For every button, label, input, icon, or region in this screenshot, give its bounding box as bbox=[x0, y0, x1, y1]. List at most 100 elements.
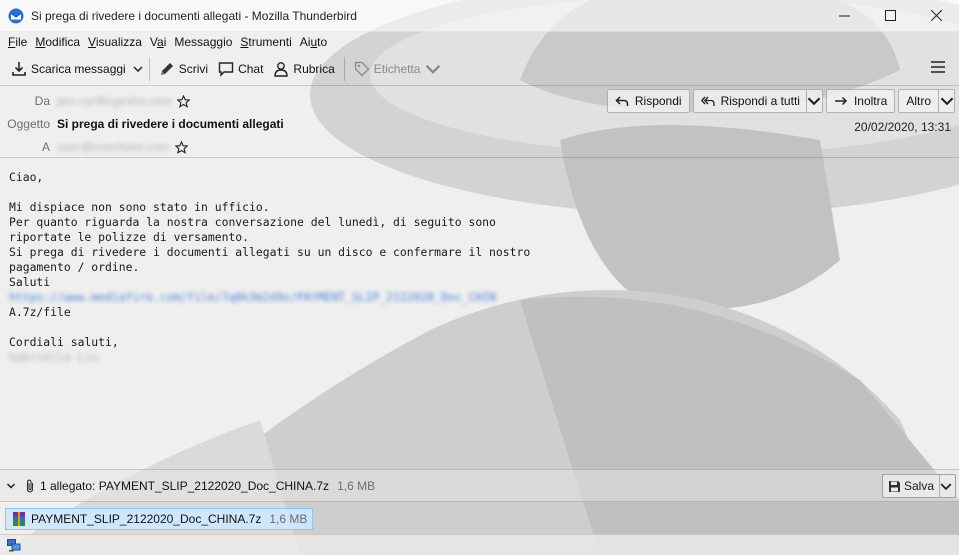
menu-modifica[interactable]: Modifica bbox=[31, 35, 84, 49]
chevron-down-icon[interactable] bbox=[6, 481, 16, 491]
subject-row: Oggetto Si prega di rivedere i documenti… bbox=[0, 117, 283, 131]
forward-icon bbox=[834, 96, 848, 106]
minimize-button[interactable] bbox=[821, 0, 867, 32]
chat-icon bbox=[218, 61, 234, 77]
menu-vai-label: i bbox=[163, 34, 167, 49]
title-bar[interactable]: Si prega di rivedere i documenti allegat… bbox=[0, 0, 959, 32]
attachment-summary-size: 1,6 MB bbox=[337, 478, 376, 493]
app-menu-icon[interactable] bbox=[931, 61, 945, 73]
reply-all-button[interactable]: Rispondi a tutti bbox=[692, 89, 823, 113]
close-button[interactable] bbox=[913, 0, 959, 32]
chevron-down-icon bbox=[940, 97, 953, 106]
reply-label: Rispondi bbox=[634, 94, 682, 108]
to-address[interactable]: user@exechoke.com bbox=[57, 140, 170, 154]
get-messages-label: Scarica messaggi bbox=[31, 61, 126, 76]
reply-button[interactable]: Rispondi bbox=[606, 89, 690, 113]
attachment-summary[interactable]: 1 allegato: PAYMENT_SLIP_2122020_Doc_CHI… bbox=[40, 479, 329, 493]
message-line bbox=[9, 320, 959, 335]
address-book-button[interactable]: Rubrica bbox=[268, 56, 339, 82]
pencil-icon bbox=[160, 62, 173, 75]
download-link[interactable]: https://www.mediafire.com/file/7q8k3m2d9… bbox=[9, 290, 959, 305]
subject-label: Oggetto bbox=[7, 117, 50, 131]
more-dropdown[interactable] bbox=[938, 90, 954, 112]
menu-vai[interactable]: Vai bbox=[146, 35, 170, 49]
menu-modifica-label: odifica bbox=[45, 34, 81, 49]
get-messages-button[interactable]: Scarica messaggi bbox=[6, 56, 131, 82]
maximize-button[interactable] bbox=[867, 0, 913, 32]
save-label: Salva bbox=[903, 479, 934, 493]
menu-aiuto[interactable]: Aiuto bbox=[296, 35, 331, 49]
menu-file[interactable]: File bbox=[4, 35, 31, 49]
chevron-down-icon bbox=[133, 65, 143, 72]
star-icon[interactable] bbox=[174, 140, 188, 154]
close-icon bbox=[930, 10, 942, 21]
forward-button[interactable]: Inoltra bbox=[825, 89, 896, 113]
menu-vai-pre: V bbox=[149, 34, 157, 49]
message-line: A.7z/file bbox=[9, 305, 71, 319]
address-book-label: Rubrica bbox=[293, 61, 335, 76]
message-line: riportate le polizze di versamento. bbox=[9, 230, 250, 244]
minimize-icon bbox=[838, 15, 850, 17]
chat-label: Chat bbox=[238, 61, 264, 76]
star-icon[interactable] bbox=[176, 94, 190, 108]
message-line: pagamento / ordine. bbox=[9, 260, 140, 274]
message-line: Ciao, bbox=[9, 170, 44, 184]
reply-icon bbox=[615, 96, 629, 106]
menu-strumenti-label: trumenti bbox=[248, 34, 292, 49]
more-label: Altro bbox=[906, 94, 931, 108]
chat-button[interactable]: Chat bbox=[213, 56, 268, 82]
message-line bbox=[9, 185, 959, 200]
menu-messaggio-pre: Messa bbox=[174, 34, 210, 49]
message-line: Per quanto riguarda la nostra conversazi… bbox=[9, 215, 496, 229]
menu-modifica-accel: M bbox=[35, 34, 46, 49]
from-row: Da pec-cyrillicgeshe.com bbox=[0, 94, 190, 108]
save-icon bbox=[888, 480, 900, 492]
tag-button[interactable]: Etichetta bbox=[349, 56, 447, 82]
save-dropdown[interactable] bbox=[939, 475, 955, 497]
archive-file-icon bbox=[13, 512, 25, 526]
window-title: Si prega di rivedere i documenti allegat… bbox=[31, 8, 357, 23]
download-icon bbox=[12, 61, 26, 76]
message-line: Mi dispiace non sono stato in ufficio. bbox=[9, 200, 270, 214]
reply-all-icon bbox=[700, 96, 715, 106]
maximize-icon bbox=[884, 10, 896, 21]
menu-messaggio[interactable]: Messaggio bbox=[170, 35, 236, 49]
menu-aiuto-pre: Ai bbox=[299, 34, 311, 49]
attachment-size: 1,6 MB bbox=[269, 512, 308, 526]
tag-icon bbox=[354, 61, 370, 76]
toolbar-separator bbox=[343, 56, 345, 81]
attachment-item[interactable]: PAYMENT_SLIP_2122020_Doc_CHINA.7z 1,6 MB bbox=[5, 508, 314, 530]
message-body: Ciao, Mi dispiace non sono stato in uffi… bbox=[0, 170, 959, 365]
more-button[interactable]: Altro bbox=[898, 89, 955, 113]
from-address[interactable]: pec-cyrillicgeshe.com bbox=[57, 94, 172, 108]
menu-strumenti[interactable]: Strumenti bbox=[236, 35, 295, 49]
paperclip-icon bbox=[26, 479, 34, 492]
save-attachment-button[interactable]: Salva bbox=[881, 474, 956, 498]
menu-visualizza[interactable]: Visualizza bbox=[84, 35, 146, 49]
message-line: Cordiali saluti, bbox=[9, 335, 119, 349]
message-date: 20/02/2020, 13:31 bbox=[854, 120, 951, 134]
message-header: Da pec-cyrillicgeshe.com Oggetto Si preg… bbox=[0, 87, 959, 158]
attachment-list: PAYMENT_SLIP_2122020_Doc_CHINA.7z 1,6 MB bbox=[0, 502, 959, 534]
menu-file-label: ile bbox=[15, 34, 28, 49]
attachment-bar: 1 allegato: PAYMENT_SLIP_2122020_Doc_CHI… bbox=[0, 469, 959, 502]
menu-aiuto-label: to bbox=[317, 34, 328, 49]
message-line: Si prega di rivedere i documenti allegat… bbox=[9, 245, 531, 259]
get-messages-dropdown[interactable] bbox=[131, 56, 145, 82]
network-status-icon[interactable] bbox=[7, 538, 21, 552]
menu-vai-accel: a bbox=[157, 34, 164, 49]
from-label: Da bbox=[34, 94, 50, 108]
attachment-name: PAYMENT_SLIP_2122020_Doc_CHINA.7z bbox=[31, 512, 262, 526]
chevron-down-icon bbox=[808, 97, 821, 106]
thunderbird-icon bbox=[8, 8, 24, 23]
reply-all-dropdown[interactable] bbox=[805, 90, 822, 112]
signature-name: Gabriella Liu bbox=[9, 350, 99, 364]
tag-label: Etichetta bbox=[373, 61, 421, 76]
menu-messaggio-label: gio bbox=[216, 34, 233, 49]
menu-bar: File Modifica Visualizza Vai Messaggio S… bbox=[0, 32, 959, 51]
chevron-down-icon bbox=[940, 482, 952, 490]
write-button[interactable]: Scrivi bbox=[154, 56, 213, 82]
menu-visualizza-accel: V bbox=[88, 34, 96, 49]
header-actions: Rispondi Rispondi a tutti Inoltra Altro bbox=[604, 89, 955, 113]
forward-label: Inoltra bbox=[853, 94, 888, 108]
